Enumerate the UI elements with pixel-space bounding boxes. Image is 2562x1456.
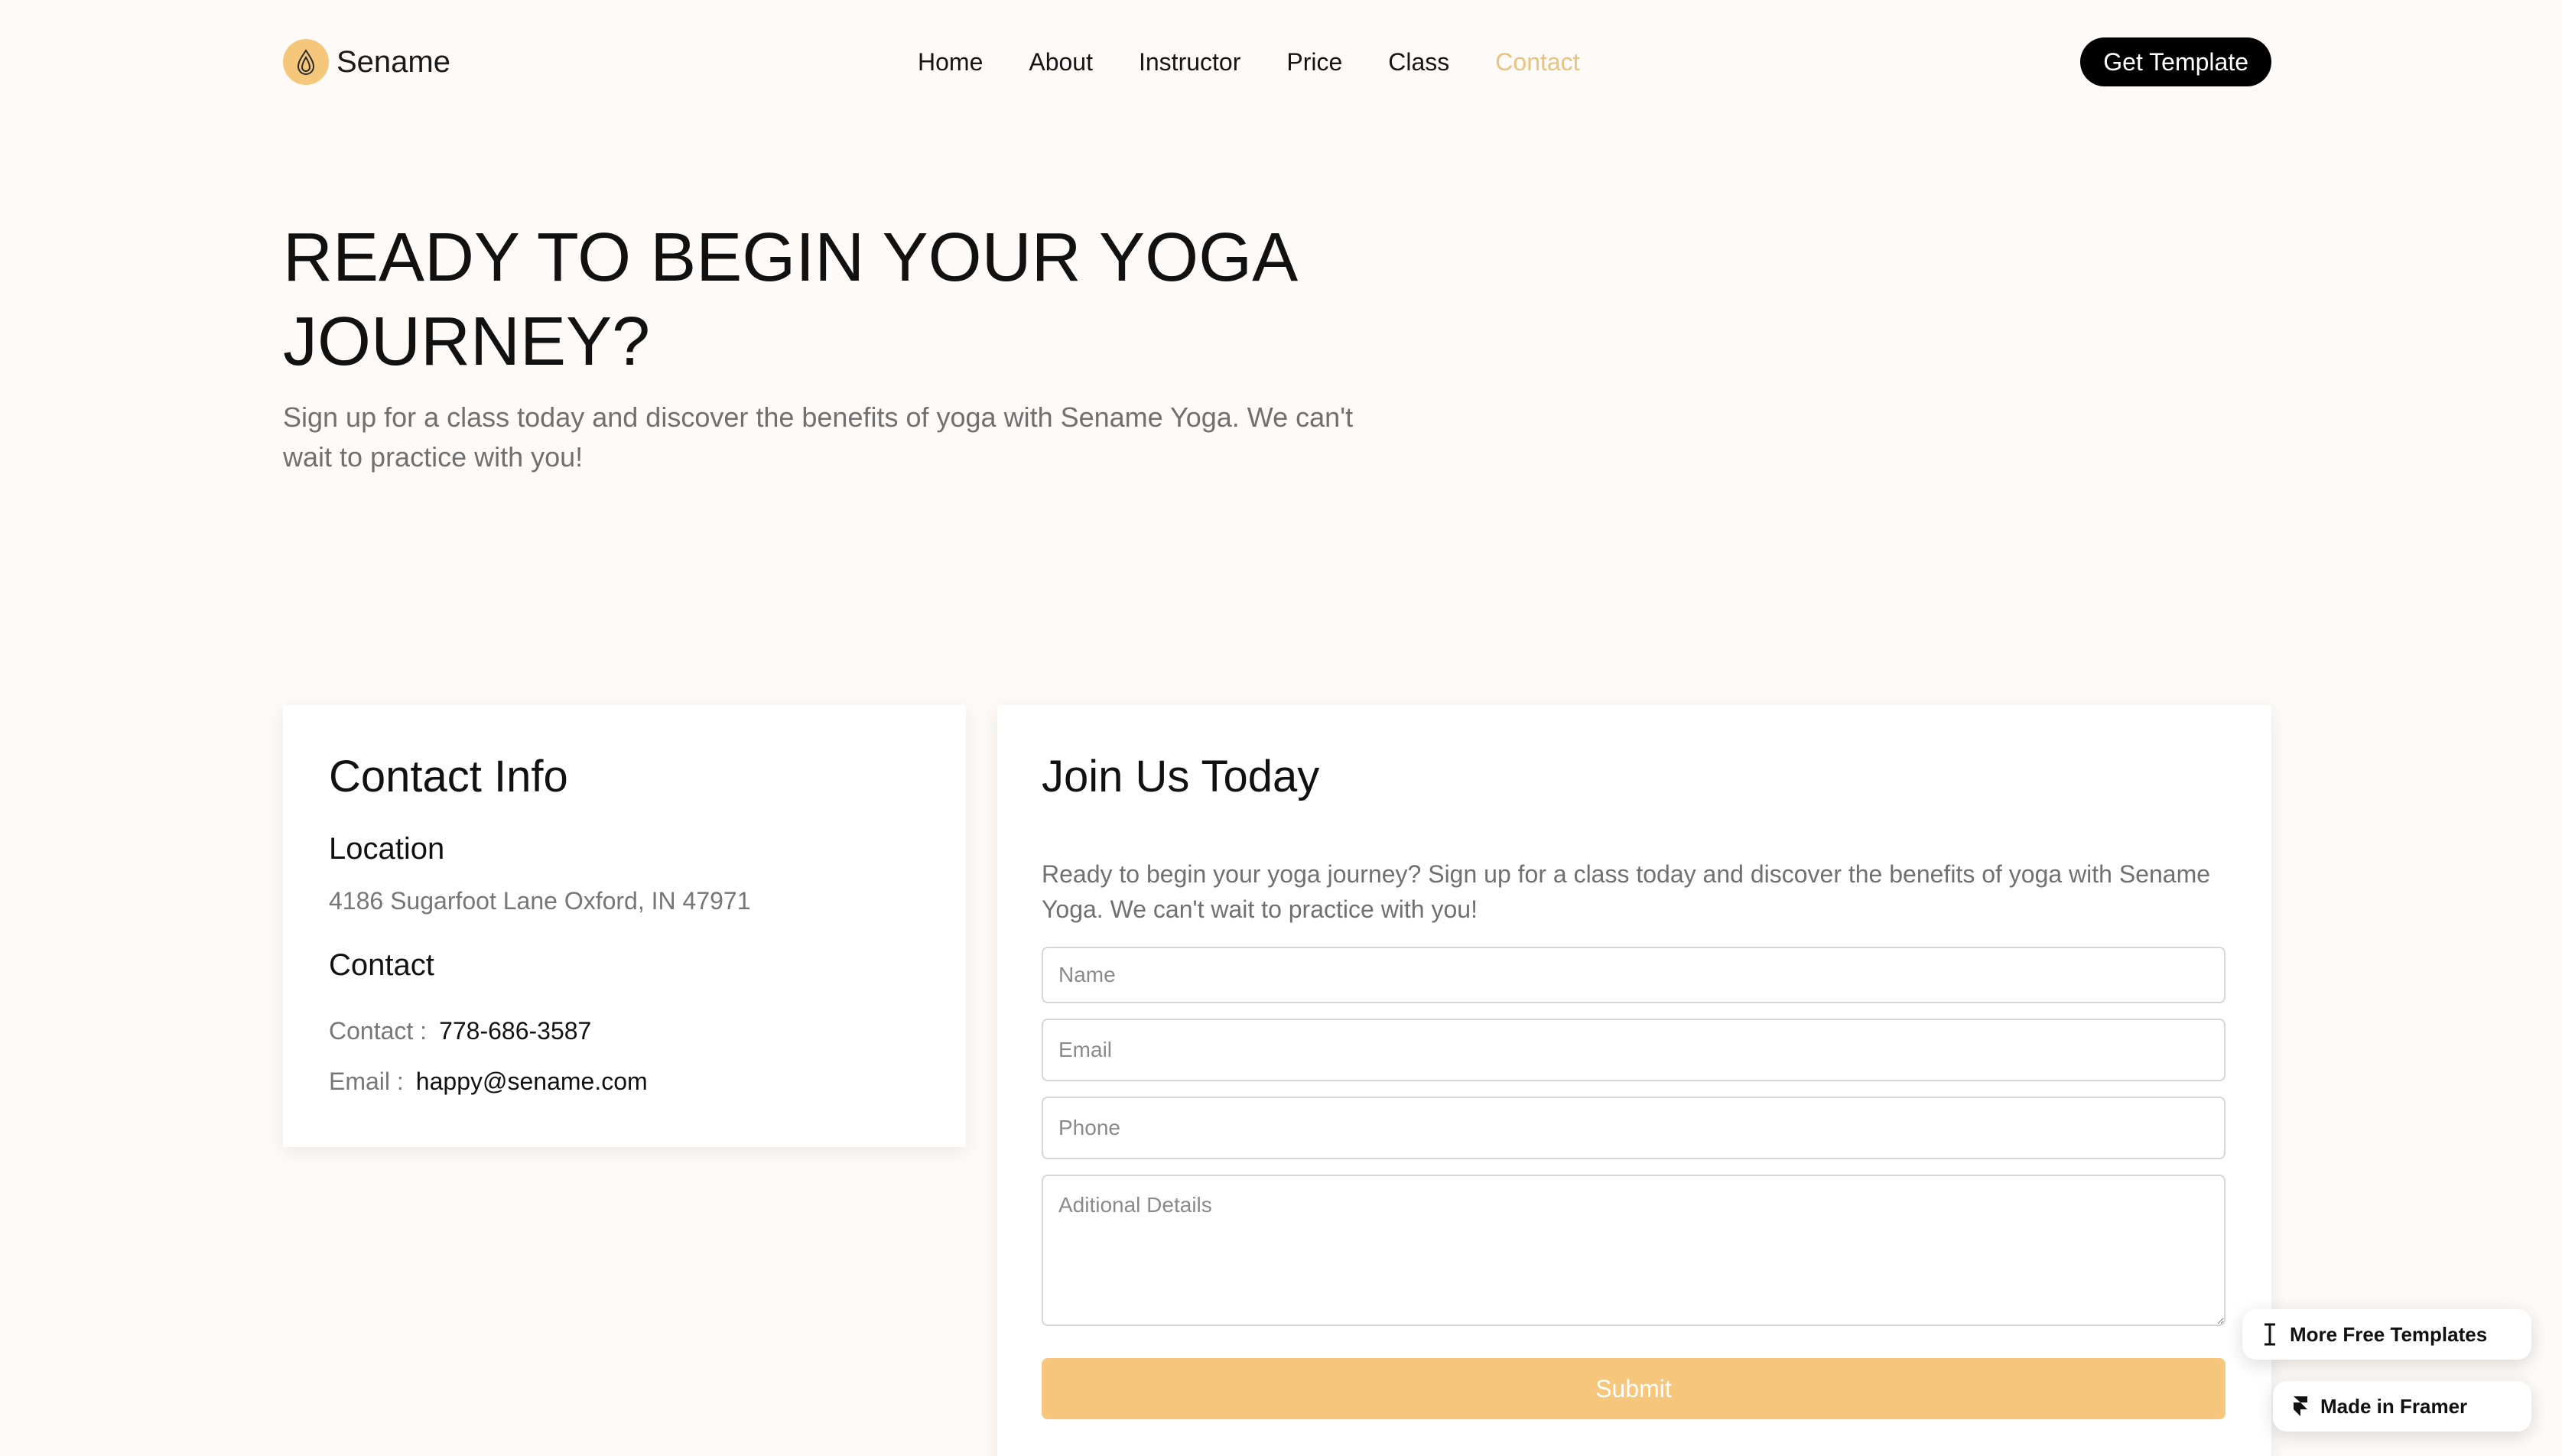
more-free-templates-label: More Free Templates <box>2290 1322 2488 1346</box>
contact-label: Contact : <box>329 1017 428 1045</box>
contact-email-row: Email : happy@sename.com <box>329 1068 648 1096</box>
submit-button[interactable]: Submit <box>1042 1358 2225 1419</box>
made-in-framer-badge[interactable]: Made in Framer <box>2273 1381 2531 1432</box>
contact-heading: Contact <box>329 948 434 982</box>
contact-info-card: Contact Info Location 4186 Sugarfoot Lan… <box>283 705 966 1147</box>
contact-email-value[interactable]: happy@sename.com <box>416 1068 648 1095</box>
nav-link-instructor[interactable]: Instructor <box>1139 48 1240 76</box>
lotus-drop-icon <box>283 39 329 85</box>
nav-link-class[interactable]: Class <box>1388 48 1449 76</box>
contact-phone-value[interactable]: 778-686-3587 <box>439 1017 591 1045</box>
phone-input[interactable] <box>1042 1097 2225 1159</box>
contact-phone-row: Contact : 778-686-3587 <box>329 1017 591 1045</box>
top-nav: Sename Home About Instructor Price Class… <box>283 37 2271 87</box>
made-in-framer-label: Made in Framer <box>2320 1394 2468 1418</box>
nav-link-about[interactable]: About <box>1029 48 1093 76</box>
page: Sename Home About Instructor Price Class… <box>0 0 2562 1456</box>
location-heading: Location <box>329 832 445 866</box>
nav-link-home[interactable]: Home <box>918 48 983 76</box>
contact-info-title: Contact Info <box>329 752 568 801</box>
hero-subtitle: Sign up for a class today and discover t… <box>283 401 1354 473</box>
text-cursor-icon <box>2261 1322 2279 1347</box>
name-input[interactable] <box>1042 947 2225 1003</box>
join-title: Join Us Today <box>1042 752 1320 801</box>
framer-logo-icon <box>2291 1394 2310 1419</box>
nav-link-contact[interactable]: Contact <box>1495 48 1579 76</box>
location-text: 4186 Sugarfoot Lane Oxford, IN 47971 <box>329 887 751 915</box>
email-input[interactable] <box>1042 1019 2225 1081</box>
more-free-templates-badge[interactable]: More Free Templates <box>2242 1309 2531 1360</box>
brand-link[interactable]: Sename <box>283 39 450 85</box>
email-label: Email : <box>329 1068 404 1095</box>
hero-title: READY TO BEGIN YOUR YOGA JOURNEY? <box>283 219 1295 380</box>
details-textarea[interactable] <box>1042 1175 2225 1326</box>
nav-link-price[interactable]: Price <box>1286 48 1342 76</box>
join-description: Ready to begin your yoga journey? Sign u… <box>1042 860 2211 923</box>
nav-links: Home About Instructor Price Class Contac… <box>918 48 1580 76</box>
get-template-button[interactable]: Get Template <box>2080 37 2271 86</box>
join-form-card: Join Us Today Ready to begin your yoga j… <box>997 705 2271 1456</box>
brand-name: Sename <box>337 44 450 79</box>
hero: READY TO BEGIN YOUR YOGA JOURNEY? Sign u… <box>283 216 1430 477</box>
